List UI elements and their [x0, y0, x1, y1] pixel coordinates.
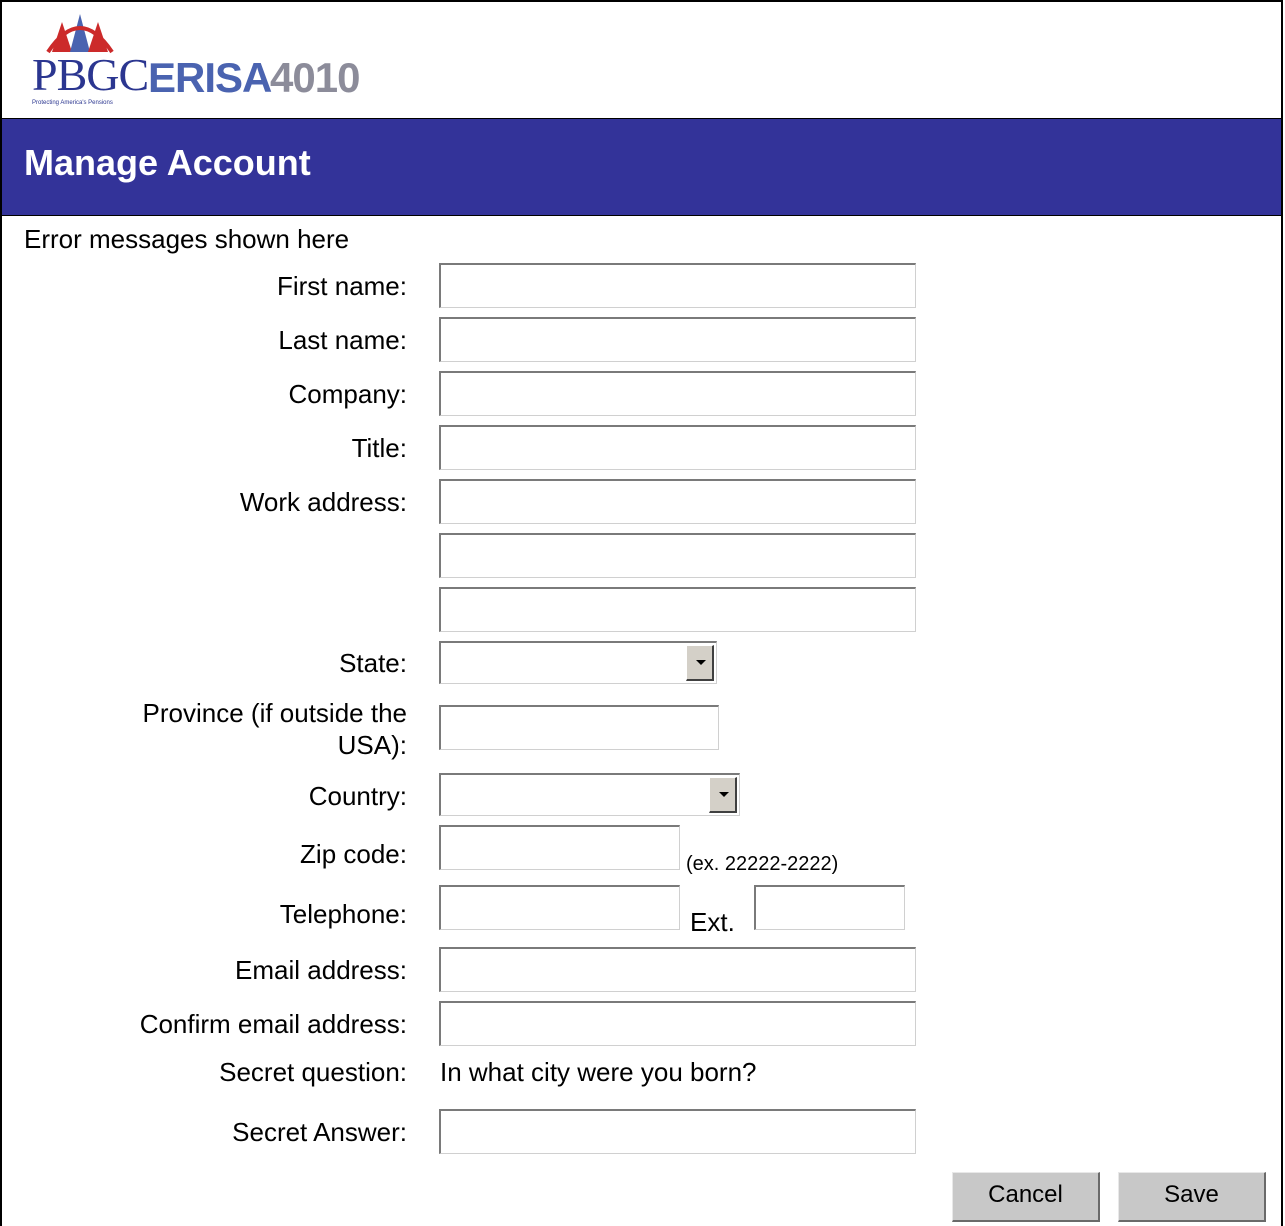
logo-4010-text: 4010 [270, 54, 360, 101]
work-address-label: Work address: [239, 487, 407, 517]
secret-question-value: In what city were you born? [440, 1057, 757, 1087]
title-input[interactable] [439, 425, 916, 470]
chevron-down-icon [696, 660, 706, 665]
cancel-button[interactable]: Cancel [952, 1172, 1100, 1222]
email-input[interactable] [439, 947, 916, 992]
extension-input[interactable] [754, 885, 905, 930]
country-label: Country: [308, 781, 407, 811]
save-button[interactable]: Save [1118, 1172, 1266, 1222]
pbgc-erisa-logo: PBGC ERISA 4010 Protecting America's Pen… [30, 8, 390, 108]
province-label: Province (if outside the USA): [142, 698, 407, 760]
province-input[interactable] [439, 705, 719, 750]
first-name-input[interactable] [439, 263, 916, 308]
country-select[interactable] [439, 773, 740, 816]
email-label: Email address: [235, 955, 407, 985]
secret-answer-input[interactable] [439, 1109, 916, 1154]
secret-answer-label: Secret Answer: [232, 1117, 407, 1147]
telephone-label: Telephone: [279, 899, 407, 929]
state-label: State: [339, 648, 407, 678]
company-input[interactable] [439, 371, 916, 416]
work-address-line2-input[interactable] [439, 533, 916, 578]
logo-erisa-text: ERISA [148, 54, 272, 101]
company-label: Company: [288, 379, 408, 409]
work-address-line3-input[interactable] [439, 587, 916, 632]
zip-code-label: Zip code: [300, 839, 407, 869]
ext-label: Ext. [690, 907, 735, 937]
logo-tagline: Protecting America's Pensions [32, 100, 113, 106]
title-label: Title: [351, 433, 407, 463]
zip-code-input[interactable] [439, 825, 680, 870]
logo-pbgc-text: PBGC [32, 49, 149, 100]
country-dropdown-button[interactable] [709, 777, 737, 813]
last-name-label: Last name: [278, 325, 407, 355]
telephone-input[interactable] [439, 885, 680, 930]
last-name-input[interactable] [439, 317, 916, 362]
state-select[interactable] [439, 641, 717, 684]
state-dropdown-button[interactable] [686, 645, 714, 681]
page-title: Manage Account [24, 142, 311, 183]
error-message: Error messages shown here [24, 224, 350, 254]
pbgc-emblem-icon [46, 14, 114, 54]
first-name-label: First name: [276, 271, 407, 301]
confirm-email-input[interactable] [439, 1001, 916, 1046]
confirm-email-label: Confirm email address: [139, 1009, 407, 1039]
zip-code-hint: (ex. 22222-2222) [686, 853, 839, 875]
work-address-line1-input[interactable] [439, 479, 916, 524]
secret-question-label: Secret question: [219, 1057, 407, 1087]
title-bar: Manage Account [2, 118, 1281, 216]
chevron-down-icon [719, 792, 729, 797]
